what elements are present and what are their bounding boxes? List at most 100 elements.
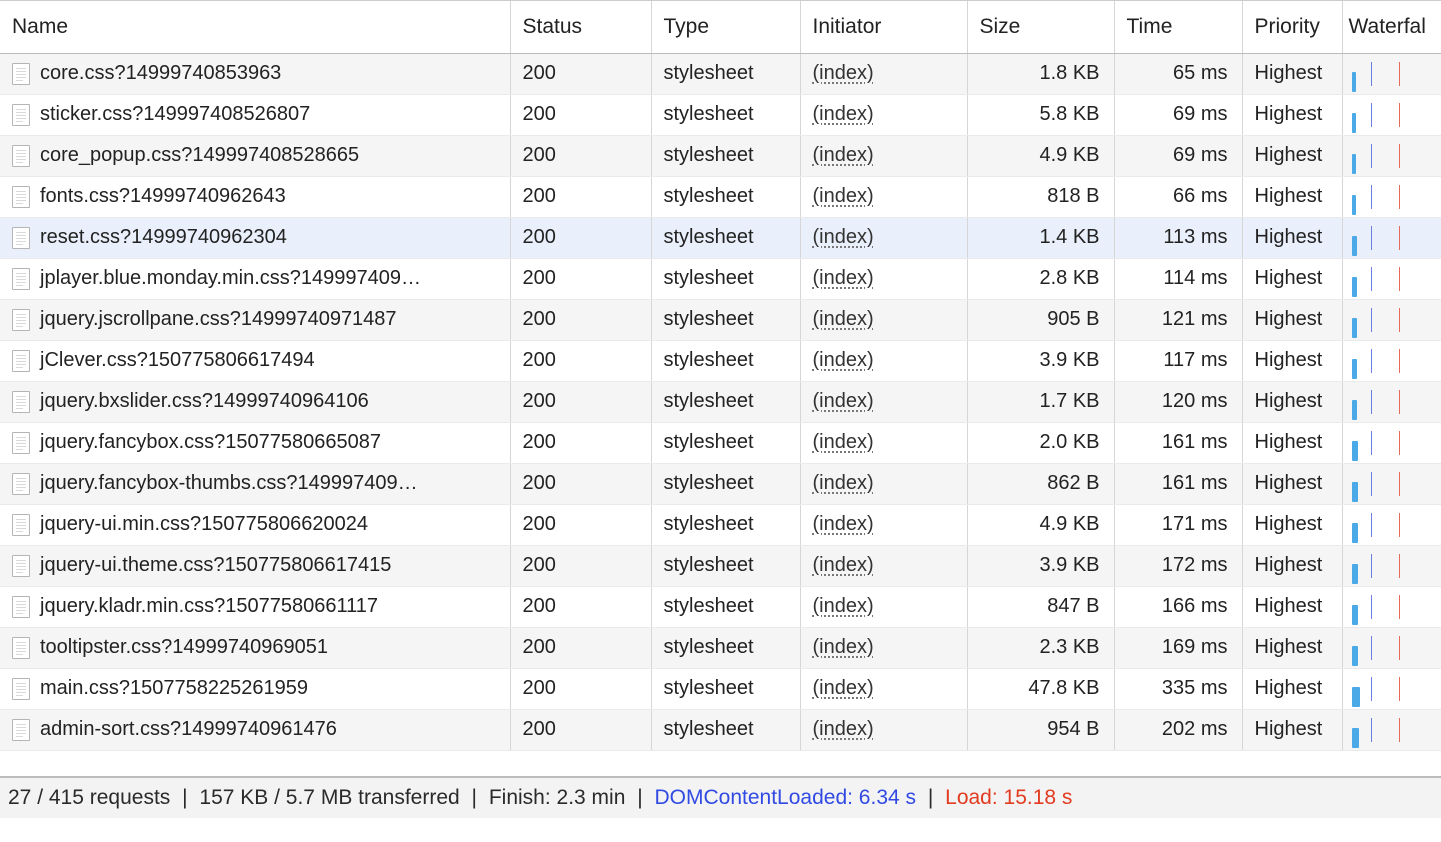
initiator-link[interactable]: (index) xyxy=(813,390,874,412)
cell-name[interactable]: main.css?1507758225261959 xyxy=(0,668,510,709)
cell-initiator[interactable]: (index) xyxy=(800,176,967,217)
cell-priority: Highest xyxy=(1242,299,1342,340)
header-status[interactable]: Status xyxy=(510,1,651,53)
table-row[interactable]: jClever.css?150775806617494200stylesheet… xyxy=(0,340,1441,381)
cell-initiator[interactable]: (index) xyxy=(800,53,967,94)
cell-initiator[interactable]: (index) xyxy=(800,135,967,176)
cell-name[interactable]: core_popup.css?149997408528665 xyxy=(0,135,510,176)
file-name: jquery.jscrollpane.css?14999740971487 xyxy=(40,308,397,331)
file-name: core.css?14999740853963 xyxy=(40,62,281,85)
table-row[interactable]: reset.css?14999740962304200stylesheet(in… xyxy=(0,217,1441,258)
cell-name[interactable]: jquery.fancybox-thumbs.css?149997409… xyxy=(0,463,510,504)
table-row[interactable]: core.css?14999740853963200stylesheet(ind… xyxy=(0,53,1441,94)
cell-name[interactable]: jquery.fancybox.css?15077580665087 xyxy=(0,422,510,463)
file-icon xyxy=(12,555,30,577)
cell-name[interactable]: jplayer.blue.monday.min.css?149997409… xyxy=(0,258,510,299)
header-priority[interactable]: Priority xyxy=(1242,1,1342,53)
cell-priority: Highest xyxy=(1242,381,1342,422)
file-name: jplayer.blue.monday.min.css?149997409… xyxy=(40,267,421,290)
cell-type: stylesheet xyxy=(651,504,800,545)
table-row[interactable]: sticker.css?149997408526807200stylesheet… xyxy=(0,94,1441,135)
initiator-link[interactable]: (index) xyxy=(813,267,874,289)
cell-time: 335 ms xyxy=(1114,668,1242,709)
cell-status: 200 xyxy=(510,176,651,217)
cell-initiator[interactable]: (index) xyxy=(800,463,967,504)
cell-initiator[interactable]: (index) xyxy=(800,94,967,135)
table-row[interactable]: jquery.bxslider.css?14999740964106200sty… xyxy=(0,381,1441,422)
initiator-link[interactable]: (index) xyxy=(813,636,874,658)
table-row[interactable]: tooltipster.css?14999740969051200stylesh… xyxy=(0,627,1441,668)
cell-status: 200 xyxy=(510,709,651,750)
waterfall-bar xyxy=(1352,441,1358,461)
initiator-link[interactable]: (index) xyxy=(813,431,874,453)
header-size[interactable]: Size xyxy=(967,1,1114,53)
header-initiator[interactable]: Initiator xyxy=(800,1,967,53)
cell-name[interactable]: fonts.css?14999740962643 xyxy=(0,176,510,217)
table-row[interactable]: jquery.jscrollpane.css?14999740971487200… xyxy=(0,299,1441,340)
table-row[interactable]: jquery-ui.min.css?150775806620024200styl… xyxy=(0,504,1441,545)
cell-name[interactable]: jquery.jscrollpane.css?14999740971487 xyxy=(0,299,510,340)
initiator-link[interactable]: (index) xyxy=(813,349,874,371)
cell-name[interactable]: jquery.kladr.min.css?15077580661117 xyxy=(0,586,510,627)
cell-name[interactable]: jClever.css?150775806617494 xyxy=(0,340,510,381)
table-row[interactable]: jquery.fancybox-thumbs.css?149997409…200… xyxy=(0,463,1441,504)
cell-initiator[interactable]: (index) xyxy=(800,299,967,340)
waterfall-load-line xyxy=(1399,554,1400,578)
initiator-link[interactable]: (index) xyxy=(813,308,874,330)
cell-initiator[interactable]: (index) xyxy=(800,381,967,422)
waterfall-dcl-line xyxy=(1371,226,1372,250)
initiator-link[interactable]: (index) xyxy=(813,226,874,248)
waterfall-bar xyxy=(1352,605,1358,625)
initiator-link[interactable]: (index) xyxy=(813,554,874,576)
cell-size: 47.8 KB xyxy=(967,668,1114,709)
table-row[interactable]: main.css?1507758225261959200stylesheet(i… xyxy=(0,668,1441,709)
initiator-link[interactable]: (index) xyxy=(813,62,874,84)
cell-name[interactable]: sticker.css?149997408526807 xyxy=(0,94,510,135)
initiator-link[interactable]: (index) xyxy=(813,513,874,535)
initiator-link[interactable]: (index) xyxy=(813,185,874,207)
cell-initiator[interactable]: (index) xyxy=(800,586,967,627)
cell-name[interactable]: reset.css?14999740962304 xyxy=(0,217,510,258)
initiator-link[interactable]: (index) xyxy=(813,718,874,740)
header-waterfall[interactable]: Waterfal xyxy=(1342,1,1441,53)
cell-name[interactable]: core.css?14999740853963 xyxy=(0,53,510,94)
cell-initiator[interactable]: (index) xyxy=(800,545,967,586)
status-sep: | xyxy=(631,786,648,810)
table-row[interactable]: jplayer.blue.monday.min.css?149997409…20… xyxy=(0,258,1441,299)
cell-name[interactable]: jquery-ui.theme.css?150775806617415 xyxy=(0,545,510,586)
cell-initiator[interactable]: (index) xyxy=(800,340,967,381)
table-row[interactable]: core_popup.css?149997408528665200stylesh… xyxy=(0,135,1441,176)
header-type[interactable]: Type xyxy=(651,1,800,53)
table-row[interactable]: jquery.kladr.min.css?15077580661117200st… xyxy=(0,586,1441,627)
cell-initiator[interactable]: (index) xyxy=(800,709,967,750)
file-icon xyxy=(12,637,30,659)
cell-name[interactable]: tooltipster.css?14999740969051 xyxy=(0,627,510,668)
cell-initiator[interactable]: (index) xyxy=(800,258,967,299)
cell-waterfall xyxy=(1342,258,1441,299)
cell-time: 169 ms xyxy=(1114,627,1242,668)
file-icon xyxy=(12,391,30,413)
cell-initiator[interactable]: (index) xyxy=(800,504,967,545)
initiator-link[interactable]: (index) xyxy=(813,103,874,125)
cell-initiator[interactable]: (index) xyxy=(800,627,967,668)
cell-initiator[interactable]: (index) xyxy=(800,668,967,709)
cell-initiator[interactable]: (index) xyxy=(800,217,967,258)
cell-time: 113 ms xyxy=(1114,217,1242,258)
initiator-link[interactable]: (index) xyxy=(813,472,874,494)
header-name[interactable]: Name xyxy=(0,1,510,53)
table-row[interactable]: fonts.css?14999740962643200stylesheet(in… xyxy=(0,176,1441,217)
initiator-link[interactable]: (index) xyxy=(813,144,874,166)
cell-type: stylesheet xyxy=(651,94,800,135)
table-row[interactable]: jquery-ui.theme.css?150775806617415200st… xyxy=(0,545,1441,586)
cell-name[interactable]: jquery-ui.min.css?150775806620024 xyxy=(0,504,510,545)
cell-size: 2.3 KB xyxy=(967,627,1114,668)
initiator-link[interactable]: (index) xyxy=(813,595,874,617)
initiator-link[interactable]: (index) xyxy=(813,677,874,699)
cell-priority: Highest xyxy=(1242,176,1342,217)
cell-name[interactable]: jquery.bxslider.css?14999740964106 xyxy=(0,381,510,422)
table-row[interactable]: admin-sort.css?14999740961476200styleshe… xyxy=(0,709,1441,750)
cell-initiator[interactable]: (index) xyxy=(800,422,967,463)
cell-name[interactable]: admin-sort.css?14999740961476 xyxy=(0,709,510,750)
header-time[interactable]: Time xyxy=(1114,1,1242,53)
table-row[interactable]: jquery.fancybox.css?15077580665087200sty… xyxy=(0,422,1441,463)
